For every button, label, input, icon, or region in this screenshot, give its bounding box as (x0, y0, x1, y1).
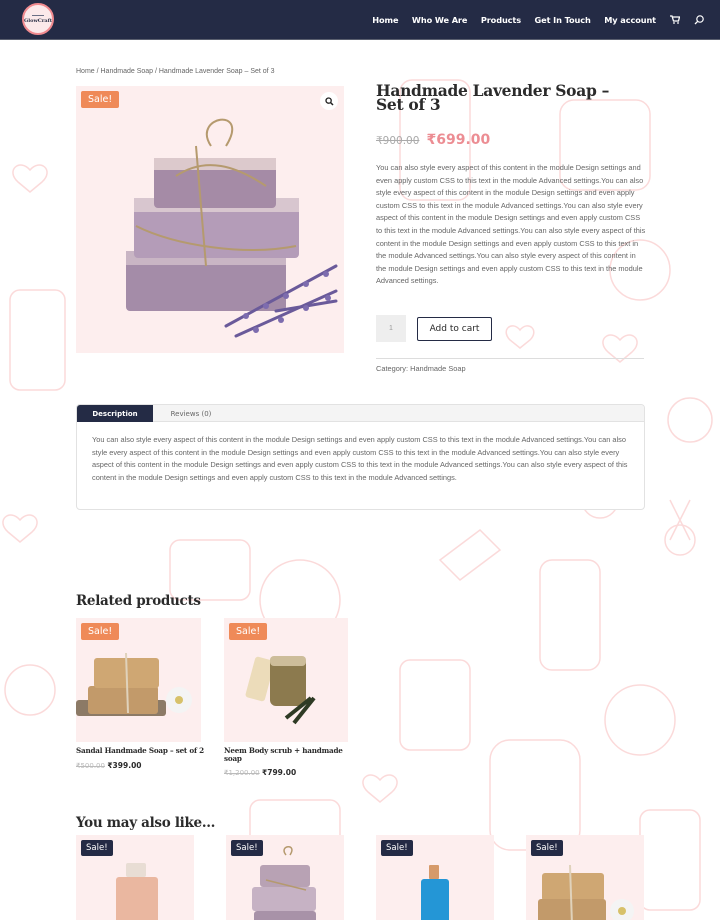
product-price: ₹900.00 ₹699.00 (376, 129, 490, 148)
product-gallery[interactable]: Sale! (76, 86, 344, 353)
old-price: ₹900.00 (376, 135, 420, 147)
cart-icon[interactable] (670, 15, 680, 24)
nav-get-in-touch[interactable]: Get In Touch (535, 15, 591, 25)
neem-scrub-image (245, 656, 316, 725)
site-logo[interactable]: GlowCraft (22, 3, 54, 35)
upsell-product-image[interactable]: Sale! (226, 835, 344, 920)
sale-price: ₹399.00 (107, 761, 142, 770)
upsell-product-image[interactable]: Sale! (76, 835, 194, 920)
search-icon[interactable] (694, 14, 704, 25)
perfume-bottle-image (116, 863, 158, 920)
old-price: ₹500.00 (76, 762, 105, 770)
upsell-product-image[interactable]: Sale! (376, 835, 494, 920)
breadcrumb[interactable]: Home / Handmade Soap / Handmade Lavender… (76, 68, 274, 75)
tab-reviews[interactable]: Reviews (0) (153, 405, 229, 422)
nav-home[interactable]: Home (372, 15, 398, 25)
lavender-soap-image (126, 118, 338, 338)
related-product-name[interactable]: Sandal Handmade Soap – set of 2 (76, 747, 204, 755)
lavender-soap-image (252, 846, 316, 920)
nav-products[interactable]: Products (481, 15, 521, 25)
old-price: ₹1,200.00 (224, 769, 260, 777)
description-panel: You can also style every aspect of this … (92, 435, 628, 482)
short-description: You can also style every aspect of this … (376, 163, 646, 286)
sandal-soap-image (76, 652, 192, 716)
product-title: Handmade Lavender Soap – Set of 3 (376, 81, 610, 114)
related-product-name[interactable]: Neem Body scrub + handmade soap (224, 747, 349, 763)
related-product-price: ₹500.00 ₹399.00 (76, 761, 142, 770)
summary-divider (376, 358, 644, 359)
site-header: GlowCraft Home Who We Are Products Get I… (0, 0, 720, 39)
upsell-product-image[interactable]: Sale! (526, 835, 644, 920)
product-tabs: Description Reviews (0) You can also sty… (76, 404, 645, 510)
related-product-image[interactable]: Sale! (76, 618, 201, 742)
main-nav: Home Who We Are Products Get In Touch My… (359, 0, 704, 39)
sale-price: ₹799.00 (262, 768, 297, 777)
nav-who-we-are[interactable]: Who We Are (412, 15, 468, 25)
tabs-bar: Description Reviews (0) (77, 405, 644, 422)
related-product-price: ₹1,200.00 ₹799.00 (224, 768, 296, 777)
blue-perfume-image (421, 865, 449, 920)
quantity-input[interactable]: 1 (376, 315, 406, 342)
tab-description[interactable]: Description (77, 405, 153, 422)
related-products-title: Related products (76, 593, 201, 609)
header-divider (0, 39, 720, 40)
logo-text: GlowCraft (23, 17, 53, 24)
sandal-soap-image (538, 864, 634, 920)
category-label: Category: (376, 364, 409, 373)
related-product-image[interactable]: Sale! (224, 618, 348, 742)
category-link[interactable]: Handmade Soap (410, 364, 465, 373)
page-content: Home / Handmade Soap / Handmade Lavender… (0, 0, 720, 920)
product-category: Category: Handmade Soap (376, 364, 466, 373)
nav-my-account[interactable]: My account (604, 15, 656, 25)
sale-price: ₹699.00 (426, 132, 491, 148)
upsells-title: You may also like… (76, 815, 216, 831)
add-to-cart-button[interactable]: Add to cart (417, 317, 492, 341)
